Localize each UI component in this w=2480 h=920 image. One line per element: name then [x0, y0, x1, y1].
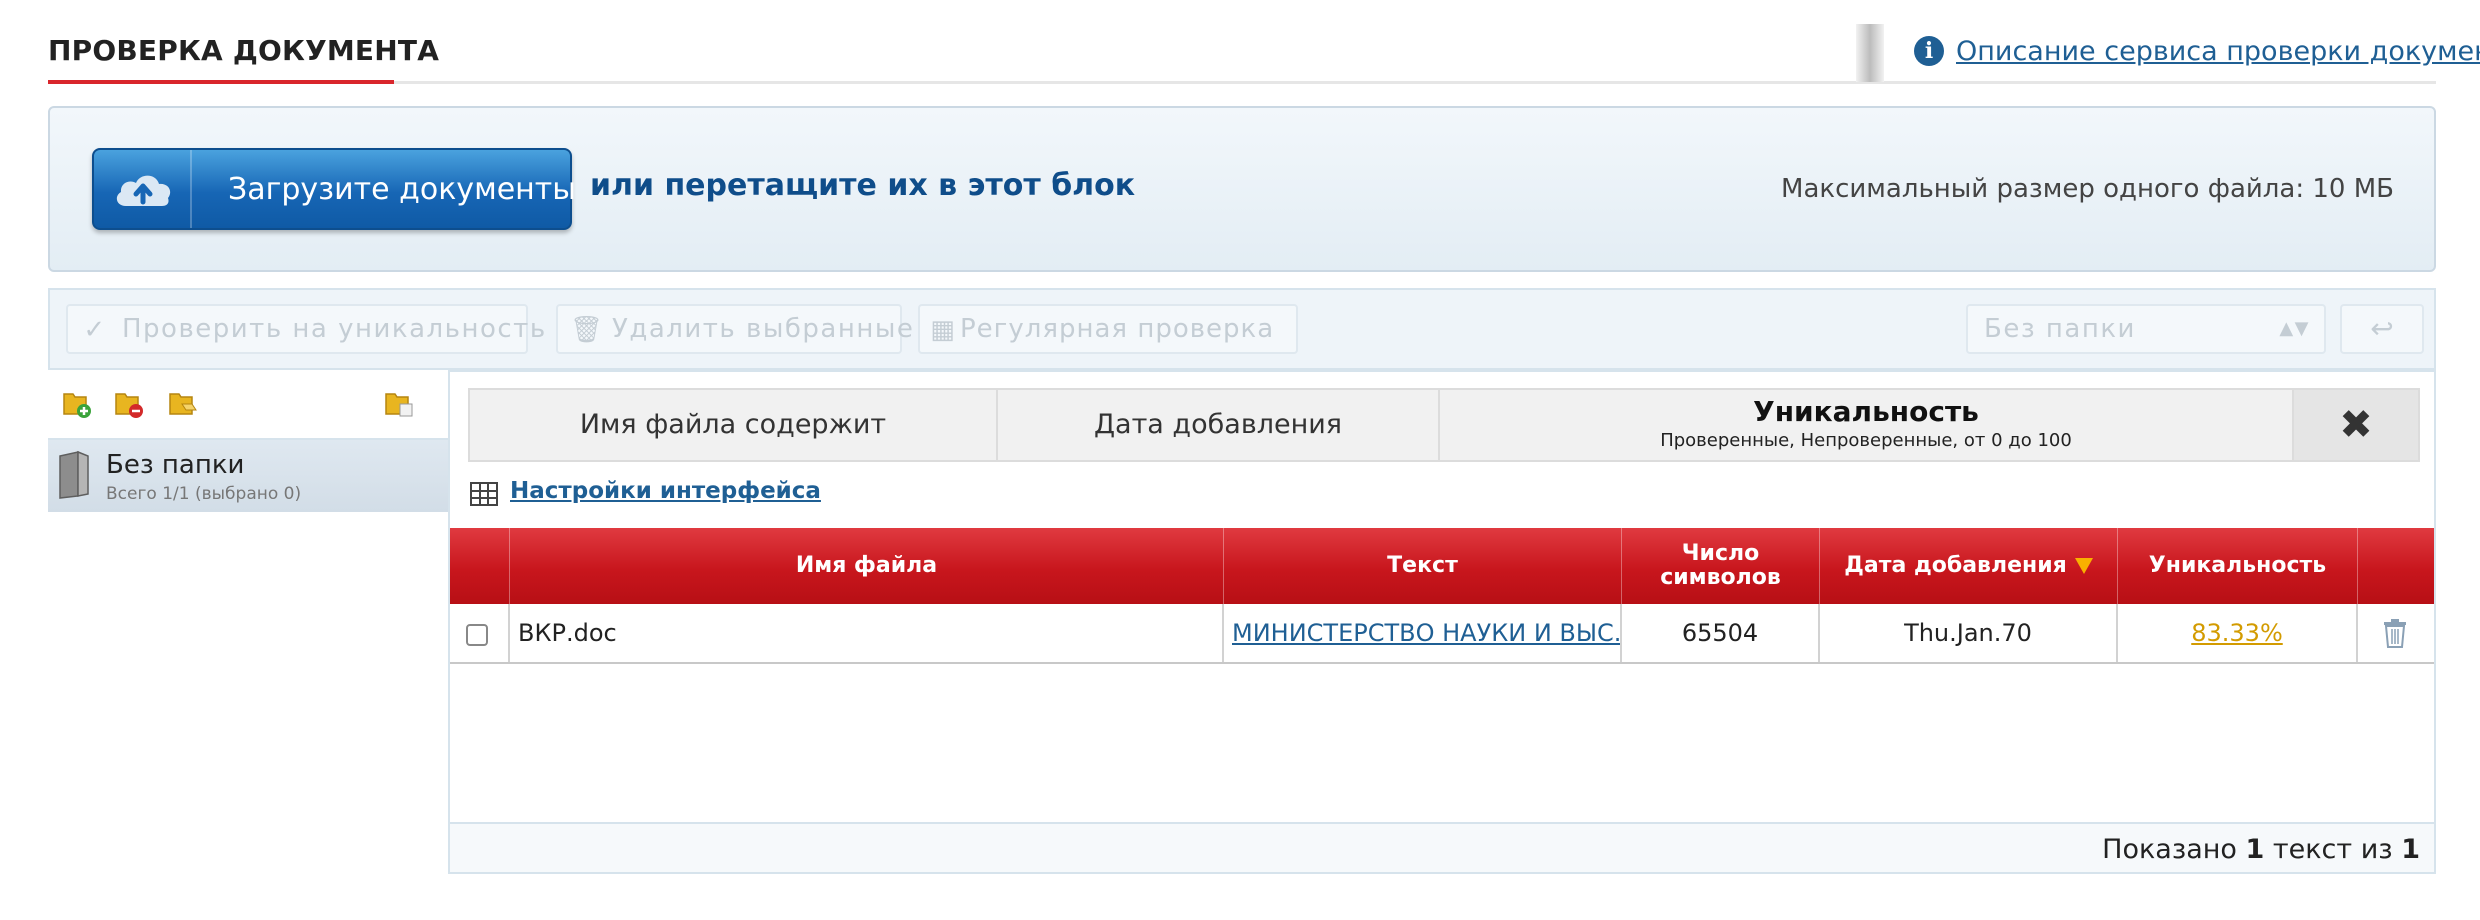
header-chars[interactable]: Число символов	[1622, 528, 1820, 604]
clear-filters-button[interactable]: ✖	[2294, 390, 2418, 460]
delete-selected-button[interactable]: 🗑 Удалить выбранные	[556, 304, 913, 354]
header-filename[interactable]: Имя файла	[510, 528, 1224, 604]
folder-item-no-folder[interactable]: Без папки Всего 1/1 (выбрано 0)	[48, 440, 448, 512]
table-grid-icon	[470, 482, 498, 506]
filter-uniqueness-summary: Проверенные, Непроверенные, от 0 до 100	[1660, 430, 2072, 451]
filter-uniqueness-title: Уникальность	[1753, 395, 1979, 428]
filter-date[interactable]: Дата добавления	[998, 390, 1440, 460]
cloud-upload-icon	[116, 175, 171, 206]
select-arrows-icon: ▲▼	[2279, 318, 2310, 339]
header-date[interactable]: Дата добавления	[1820, 528, 2118, 604]
documents-panel: Имя файла содержит Дата добавления Уника…	[448, 370, 2436, 874]
regular-check-label: Регулярная проверка	[960, 314, 1275, 344]
add-folder-icon[interactable]	[62, 390, 92, 418]
calendar-icon: ▦	[930, 315, 956, 345]
folder-select-value: Без папки	[1984, 314, 2136, 344]
header-select	[450, 528, 510, 604]
service-description-link[interactable]: Описание сервиса проверки документов	[1956, 36, 2480, 67]
upload-documents-button[interactable]: Загрузите документы	[92, 148, 576, 230]
header-actions	[2358, 528, 2434, 604]
check-uniqueness-label: Проверить на уникальность	[122, 314, 547, 344]
filter-uniqueness[interactable]: Уникальность Проверенные, Непроверенные,…	[1440, 390, 2294, 460]
folder-icon	[59, 450, 89, 499]
filter-filename[interactable]: Имя файла содержит	[470, 390, 998, 460]
check-circle-icon: ✓	[83, 315, 107, 345]
table-header: Имя файла Текст Число символов Дата доба…	[450, 528, 2434, 604]
header-text[interactable]: Текст	[1224, 528, 1622, 604]
toolbar: ✓ Проверить на уникальность 🗑 Удалить вы…	[48, 288, 2436, 370]
delete-selected-label: Удалить выбранные	[612, 314, 915, 344]
row-filename: ВКР.doc	[510, 604, 1224, 662]
title-underline	[48, 80, 394, 84]
folder-sidebar: Без папки Всего 1/1 (выбрано 0)	[48, 370, 448, 512]
sort-desc-icon	[2074, 558, 2093, 574]
row-text-cell: МИНИСТЕРСТВО НАУКИ И ВЫС..	[1224, 604, 1622, 662]
check-uniqueness-button[interactable]: ✓ Проверить на уникальность	[66, 304, 545, 354]
move-folder-icon[interactable]	[168, 390, 198, 418]
header-divider	[1856, 24, 1884, 82]
row-chars: 65504	[1622, 604, 1820, 662]
back-button[interactable]: ↩	[2340, 304, 2424, 354]
row-checkbox[interactable]	[466, 624, 488, 646]
folder-count: Всего 1/1 (выбрано 0)	[106, 484, 302, 504]
trash-icon: 🗑	[570, 315, 605, 345]
folder-name: Без папки	[106, 450, 245, 480]
close-icon: ✖	[2339, 402, 2373, 448]
shown-count: Показано 1 текст из 1	[2102, 834, 2420, 865]
info-icon: i	[1914, 36, 1944, 66]
drop-hint: или перетащите их в этот блок	[590, 168, 1136, 203]
trash-icon[interactable]	[2382, 618, 2408, 648]
table-footer: Показано 1 текст из 1	[450, 822, 2434, 872]
upload-dropzone[interactable]: Загрузите документы или перетащите их в …	[48, 106, 2436, 272]
page-title: ПРОВЕРКА ДОКУМЕНТА	[48, 34, 440, 67]
row-text-link[interactable]: МИНИСТЕРСТВО НАУКИ И ВЫС..	[1232, 619, 1620, 647]
header-uniqueness[interactable]: Уникальность	[2118, 528, 2358, 604]
table-row[interactable]: ВКР.doc МИНИСТЕРСТВО НАУКИ И ВЫС.. 65504…	[450, 604, 2434, 664]
row-uniqueness-link[interactable]: 83.33%	[2191, 619, 2283, 647]
folder-actions	[48, 370, 448, 440]
max-file-size: Максимальный размер одного файла: 10 МБ	[1781, 174, 2394, 204]
row-uniqueness-cell: 83.33%	[2118, 604, 2358, 662]
filter-bar: Имя файла содержит Дата добавления Уника…	[468, 388, 2420, 462]
delete-folder-icon[interactable]	[114, 390, 144, 418]
upload-button-icon-zone	[94, 150, 192, 228]
row-actions	[2358, 604, 2434, 662]
folder-select[interactable]: Без папки ▲▼	[1966, 304, 2326, 354]
regular-check-button[interactable]: ▦ Регулярная проверка	[918, 304, 1298, 354]
interface-settings-link[interactable]: Настройки интерфейса	[510, 478, 821, 504]
page-header: ПРОВЕРКА ДОКУМЕНТА i Описание сервиса пр…	[48, 24, 2480, 84]
back-arrow-icon: ↩	[2370, 312, 2394, 345]
folder-settings-icon[interactable]	[384, 390, 414, 418]
row-select-cell	[450, 604, 510, 662]
row-date: Thu.Jan.70	[1820, 604, 2118, 662]
upload-button-label: Загрузите документы	[228, 172, 576, 207]
